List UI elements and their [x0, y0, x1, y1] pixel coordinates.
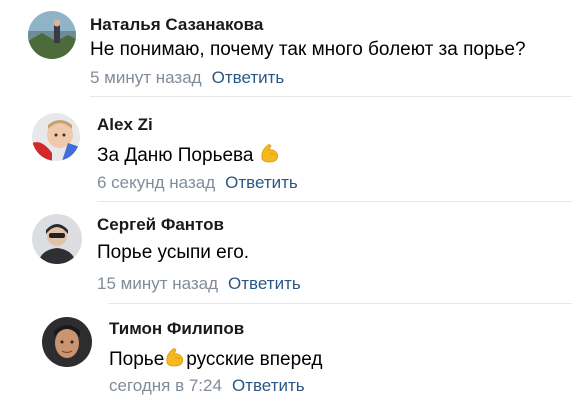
comment-author[interactable]: Alex Zi: [97, 115, 153, 135]
comments-thread: Наталья Сазанакова Не понимаю, почему та…: [0, 0, 572, 416]
comment-author[interactable]: Наталья Сазанакова: [90, 15, 263, 35]
comment-meta: 6 секунд назад Ответить: [97, 173, 298, 193]
flexed-biceps-icon: [166, 348, 184, 367]
divider: [108, 303, 572, 304]
comment-meta: 5 минут назад Ответить: [90, 68, 284, 88]
avatar[interactable]: [42, 317, 92, 367]
comment-author[interactable]: Сергей Фантов: [97, 215, 224, 235]
flexed-biceps-icon: [261, 144, 278, 163]
landscape-photo-icon: [28, 11, 76, 59]
reply-button[interactable]: Ответить: [228, 274, 301, 293]
comment-text-part: Порье: [109, 349, 165, 370]
comment-text: Порье усыпи его.: [97, 242, 250, 263]
avatar[interactable]: [32, 113, 80, 161]
divider: [90, 96, 572, 97]
reply-button[interactable]: Ответить: [225, 173, 298, 192]
man-photo-icon: [42, 317, 92, 367]
avatar[interactable]: [28, 11, 76, 59]
divider: [97, 201, 572, 202]
comment-time[interactable]: сегодня в 7:24: [109, 376, 222, 395]
reply-button[interactable]: Ответить: [232, 376, 305, 395]
child-photo-icon: [32, 113, 80, 161]
reply-button[interactable]: Ответить: [212, 68, 285, 87]
avatar[interactable]: [32, 214, 82, 264]
comment-time[interactable]: 6 секунд назад: [97, 173, 215, 192]
comment-meta: 15 минут назад Ответить: [97, 274, 301, 294]
comment-text-part: русские вперед: [186, 349, 323, 370]
comment-text-part: За Даню Порьева: [97, 145, 254, 166]
comment-text: За Даню Порьева: [97, 142, 281, 167]
comment-time[interactable]: 15 минут назад: [97, 274, 218, 293]
comment-text: Не понимаю, почему так много болеют за п…: [90, 39, 526, 60]
man-photo-icon: [32, 214, 82, 264]
comment-author[interactable]: Тимон Филипов: [109, 319, 244, 339]
comment-text: Порье русские вперед: [109, 346, 322, 371]
comment-time[interactable]: 5 минут назад: [90, 68, 202, 87]
comment-meta: сегодня в 7:24 Ответить: [109, 376, 305, 396]
